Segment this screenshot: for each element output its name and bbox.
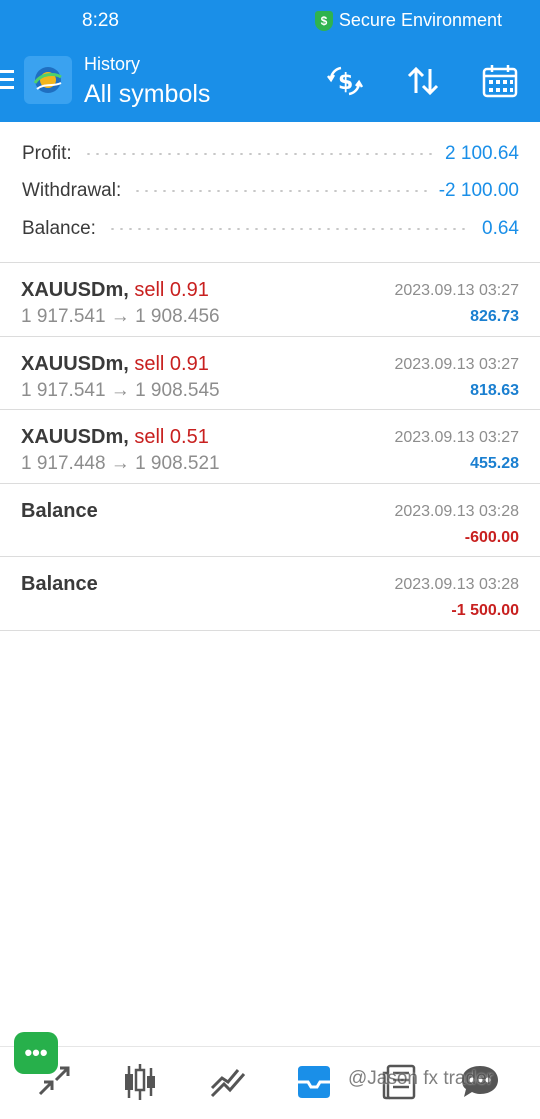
summary-label: Balance:	[22, 218, 96, 239]
deal-profit: 818.63	[470, 382, 519, 399]
svg-text:$: $	[338, 70, 353, 95]
deal-time: 2023.09.13 03:27	[394, 356, 519, 373]
nav-history[interactable]	[290, 1059, 338, 1105]
deal-side: sell 0.51	[134, 426, 209, 448]
leader-dots	[133, 190, 427, 192]
header-subtitle: History	[84, 54, 141, 74]
summary-value: 0.64	[482, 218, 519, 239]
watermark: @Jason fx trader	[348, 1068, 493, 1089]
deal-prices: 1 917.541 → 1 908.456	[21, 306, 220, 327]
deal-side: sell 0.91	[134, 279, 209, 301]
deal-time: 2023.09.13 03:27	[394, 429, 519, 446]
calendar-button[interactable]	[481, 62, 519, 100]
status-time: 8:28	[82, 10, 119, 31]
candlestick-chart-icon	[125, 1064, 155, 1100]
leader-dots	[107, 228, 471, 230]
chat-fab-button[interactable]: •••	[14, 1032, 58, 1074]
dollar-cycle-icon: $	[327, 66, 363, 96]
deal-profit: -600.00	[464, 529, 519, 546]
deal-symbol: XAUUSDm,	[21, 279, 129, 301]
summary-label: Withdrawal:	[22, 180, 122, 201]
summary-label: Profit:	[22, 143, 72, 164]
deal-row[interactable]: XAUUSDm, sell 0.91 1 917.541 → 1 908.545…	[0, 337, 540, 410]
nav-chart[interactable]	[116, 1059, 164, 1105]
sort-arrows-icon	[407, 66, 439, 96]
balance-row[interactable]: Balance 2023.09.13 03:28 -600.00	[0, 484, 540, 557]
divider	[0, 630, 540, 631]
deal-symbol: XAUUSDm,	[21, 426, 129, 448]
page-title: All symbols	[84, 80, 211, 108]
deal-prices: 1 917.541 → 1 908.545	[21, 380, 220, 401]
deposit-withdraw-button[interactable]: $	[326, 62, 364, 100]
deal-time: 2023.09.13 03:28	[394, 503, 519, 520]
shield-icon: $	[314, 10, 333, 31]
summary-withdrawal: Withdrawal: -2 100.00	[22, 177, 519, 205]
nav-trade[interactable]	[204, 1059, 252, 1105]
app-logo-icon	[24, 56, 72, 104]
calendar-icon	[482, 65, 518, 98]
more-dots-icon: •••	[24, 1040, 48, 1065]
deal-symbol: XAUUSDm,	[21, 353, 129, 375]
balance-row[interactable]: Balance 2023.09.13 03:28 -1 500.00	[0, 557, 540, 630]
menu-icon[interactable]	[0, 70, 14, 90]
secure-environment: $ Secure Environment	[314, 10, 502, 31]
summary-value: 2 100.64	[445, 143, 519, 164]
leader-dots	[83, 153, 434, 155]
deal-prices: 1 917.448 → 1 908.521	[21, 453, 220, 474]
deal-time: 2023.09.13 03:28	[394, 576, 519, 593]
deal-profit: -1 500.00	[451, 602, 519, 619]
deal-symbol: Balance	[21, 573, 98, 595]
deal-profit: 455.28	[470, 455, 519, 472]
deal-time: 2023.09.13 03:27	[394, 282, 519, 299]
sort-button[interactable]	[404, 62, 442, 100]
secure-label: Secure Environment	[338, 10, 502, 30]
summary-balance: Balance: 0.64	[22, 215, 519, 243]
app-header: 8:28 $ Secure Environment History All sy…	[0, 0, 540, 122]
deal-symbol: Balance	[21, 500, 98, 522]
summary-value: -2 100.00	[438, 180, 519, 201]
trade-icon	[210, 1069, 246, 1098]
deal-profit: 826.73	[470, 308, 519, 325]
history-inbox-icon	[298, 1066, 330, 1098]
deal-side: sell 0.91	[134, 353, 209, 375]
summary-profit: Profit: 2 100.64	[22, 140, 519, 168]
deal-row[interactable]: XAUUSDm, sell 0.91 1 917.541 → 1 908.456…	[0, 263, 540, 336]
deal-row[interactable]: XAUUSDm, sell 0.51 1 917.448 → 1 908.521…	[0, 410, 540, 483]
